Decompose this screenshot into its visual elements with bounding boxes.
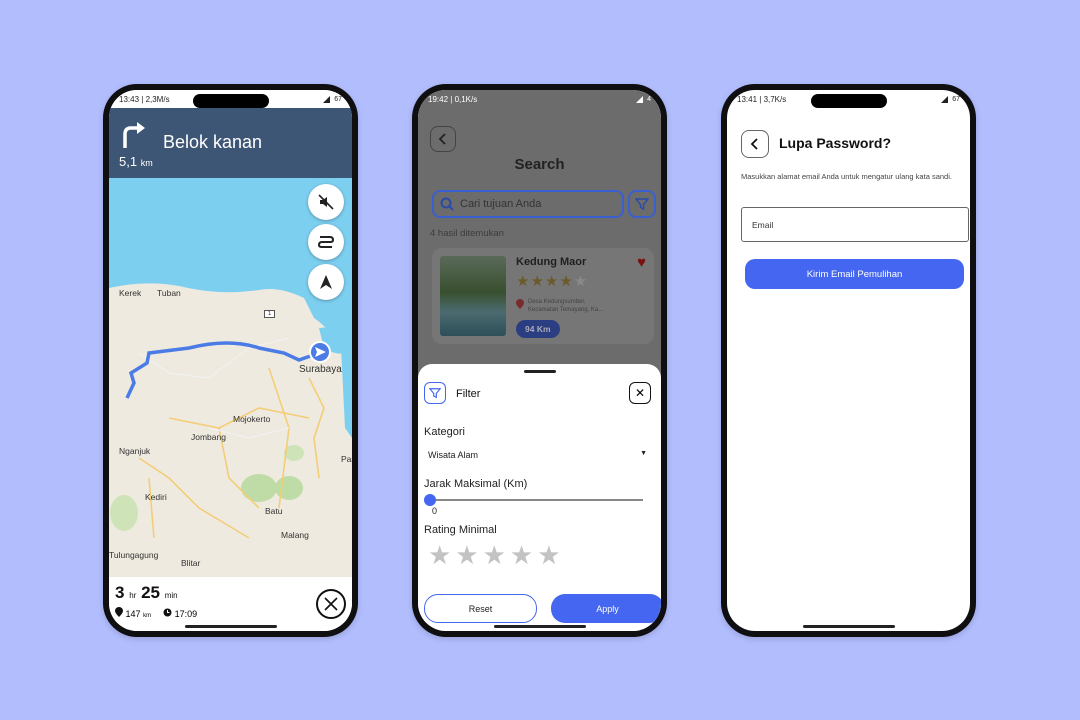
phone-search: 19:42 | 0,1K/s 4 Search Cari tujuan Anda… — [412, 84, 667, 637]
battery-level: 4 — [647, 95, 651, 103]
mute-button[interactable] — [308, 184, 344, 220]
category-label: Kategori — [424, 426, 465, 438]
category-select[interactable]: Wisata Alam ▼ — [428, 450, 647, 460]
navigation-arrow-icon — [320, 275, 332, 289]
location-pin-icon — [115, 607, 123, 617]
filter-button[interactable] — [628, 190, 656, 218]
destination-card[interactable]: Kedung Maor ★★★★★ Desa Kedungsumber, Keca… — [432, 248, 654, 344]
apply-button[interactable]: Apply — [551, 594, 661, 623]
search-placeholder: Cari tujuan Anda — [460, 198, 542, 210]
battery-level: 67 — [334, 95, 342, 103]
email-placeholder: Email — [752, 219, 774, 230]
recenter-button[interactable] — [308, 264, 344, 300]
map-label-city: Tulungagung — [109, 550, 159, 560]
destination-address: Desa Kedungsumber, Kecamatan Temayang, Ka… — [528, 299, 604, 313]
chevron-left-icon — [750, 138, 758, 150]
clock-icon — [163, 608, 172, 616]
status-bar: 19:42 | 0,1K/s 4 — [418, 90, 661, 108]
dropdown-arrow-icon: ▼ — [640, 450, 647, 457]
end-navigation-button[interactable] — [316, 589, 346, 619]
trip-distance: 147 km — [115, 607, 151, 619]
map-label-city: Jombang — [191, 432, 226, 442]
chevron-left-icon — [438, 133, 446, 145]
turn-instruction-banner: Belok kanan 5,1 km — [109, 108, 352, 178]
distance-value: 0 — [432, 506, 438, 516]
close-icon — [324, 597, 338, 611]
location-pin-icon — [516, 299, 524, 309]
battery-level: 67 — [952, 95, 960, 103]
map-label-city: Batu — [265, 506, 283, 516]
email-field[interactable]: Email — [741, 207, 969, 242]
search-icon — [440, 197, 454, 211]
rating-stars: ★★★★★ — [516, 273, 589, 290]
home-indicator — [184, 625, 277, 628]
phone-forgot-password: 13:41 | 3,7K/s 67 Lupa Password? Masukka… — [721, 84, 976, 637]
turn-right-icon — [123, 122, 145, 148]
sound-off-icon — [318, 194, 334, 210]
map-label-city: Mojokerto — [233, 414, 271, 424]
trip-summary: 3 hr 25 min 147 km 17:09 — [109, 577, 352, 631]
destination-name: Kedung Maor — [516, 256, 587, 268]
filter-icon — [424, 382, 446, 404]
destination-photo — [440, 256, 506, 336]
close-icon: ✕ — [634, 386, 646, 400]
rating-selector[interactable]: ★★★★★ — [428, 540, 565, 571]
camera-notch — [192, 94, 269, 108]
result-count: 4 hasil ditemukan — [430, 228, 504, 239]
home-indicator — [802, 625, 895, 628]
map-label-city: Nganjuk — [119, 446, 151, 456]
turn-distance: 5,1 km — [119, 154, 153, 169]
filter-title: Filter — [456, 388, 481, 400]
back-button[interactable] — [741, 130, 769, 158]
category-value: Wisata Alam — [428, 450, 479, 460]
map-label-city: Blitar — [181, 558, 201, 568]
map-label-city: Kediri — [145, 492, 167, 502]
home-indicator — [493, 625, 586, 628]
navigation-screen: 13:43 | 2,3M/s 67 Belok kanan 5,1 km Ker… — [109, 90, 352, 631]
signal-icon — [323, 95, 331, 103]
arrival-time: 17:09 — [163, 608, 197, 619]
search-input[interactable]: Cari tujuan Anda — [432, 190, 624, 218]
eta-duration: 3 hr 25 min — [115, 583, 178, 602]
page-title: Search — [514, 156, 565, 173]
signal-icon — [636, 95, 644, 103]
distance-badge: 94 Km — [516, 320, 560, 338]
map-label-city: Surabaya — [299, 364, 342, 375]
phone-navigation: 13:43 | 2,3M/s 67 Belok kanan 5,1 km Ker… — [103, 84, 358, 637]
distance-slider[interactable] — [424, 494, 643, 506]
sheet-handle[interactable] — [523, 370, 556, 373]
turn-instruction: Belok kanan — [163, 132, 263, 152]
close-filter-button[interactable]: ✕ — [629, 382, 651, 404]
route-number-badge: 1 — [264, 310, 276, 318]
map-label-city: Malang — [281, 530, 309, 540]
filter-sheet: Filter ✕ Kategori Wisata Alam ▼ Jarak Ma… — [418, 364, 661, 631]
forgot-password-screen: 13:41 | 3,7K/s 67 Lupa Password? Masukka… — [727, 90, 970, 631]
camera-notch — [810, 94, 887, 108]
signal-icon — [941, 95, 949, 103]
map-label-city: Kerek — [119, 288, 142, 298]
map-label-city: Tuban — [157, 288, 181, 298]
distance-label: Jarak Maksimal (Km) — [424, 478, 528, 490]
route-overview-button[interactable] — [308, 224, 344, 260]
page-title: Lupa Password? — [779, 135, 892, 151]
map-view[interactable]: Kerek Tuban Surabaya Mojokerto Jombang N… — [109, 178, 352, 577]
slider-handle[interactable] — [424, 494, 436, 506]
search-screen: 19:42 | 0,1K/s 4 Search Cari tujuan Anda… — [418, 90, 661, 631]
map-label-city: Pas — [341, 454, 352, 464]
send-recovery-email-button[interactable]: Kirim Email Pemulihan — [745, 259, 964, 289]
status-time: 19:42 | 0,1K/s — [428, 94, 478, 104]
instruction-text: Masukkan alamat email Anda untuk mengatu… — [741, 172, 952, 181]
filter-icon — [635, 198, 649, 211]
reset-button[interactable]: Reset — [424, 594, 537, 623]
rating-label: Rating Minimal — [424, 524, 497, 536]
favorite-heart-icon[interactable]: ♥ — [637, 254, 646, 271]
route-icon — [317, 236, 335, 248]
back-button[interactable] — [430, 126, 456, 152]
